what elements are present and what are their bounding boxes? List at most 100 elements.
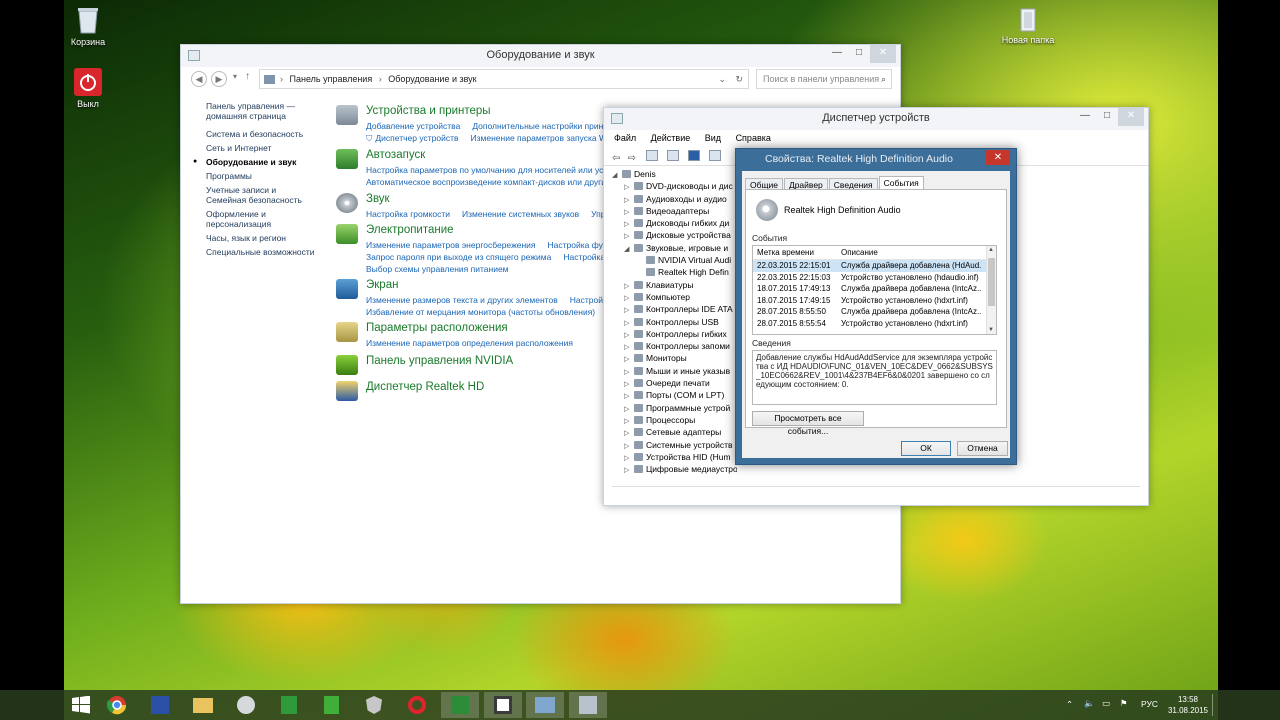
event-row[interactable]: 22.03.2015 22:15:01 Служба драйвера добав… [753,260,996,272]
nav-link-home[interactable]: Панель управления — домашняя страница [206,101,298,121]
language-indicator[interactable]: РУС [1141,699,1158,709]
back-button[interactable]: ◀ [191,71,207,87]
category-link[interactable]: Запрос пароля при выходе из спящего режи… [366,252,551,262]
category-link[interactable]: Избавление от мерцания монитора (частоты… [366,307,595,317]
nav-link-appearance[interactable]: Оформление и персонализация [206,209,286,229]
device-tree-item[interactable]: ▷ Системные устройств [612,439,737,451]
taskbar-control-panel[interactable] [526,692,564,718]
device-tree-item[interactable]: ▷ Контроллеры гибких [612,328,737,340]
category-link[interactable]: Изменение параметров энергосбережения [366,240,536,250]
category-link[interactable]: Настройка фун [548,240,608,250]
recycle-bin-desktop-icon[interactable]: Корзина [58,6,118,47]
device-tree-item[interactable]: ▷ Видеоадаптеры [612,205,737,217]
category-title[interactable]: Параметры расположения [366,322,508,334]
nav-link-network[interactable]: Сеть и Интернет [206,143,336,153]
category-link[interactable]: Настройка [563,252,605,262]
maximize-button[interactable]: □ [848,45,870,63]
minimize-button[interactable]: — [1074,108,1096,126]
category-title[interactable]: Электропитание [366,224,454,236]
nav-link-user-accounts[interactable]: Учетные записи и Семейная безопасность [206,185,318,205]
device-tree-item[interactable]: ▷ Мониторы [612,352,737,364]
refresh-icon[interactable]: ↻ [735,70,743,88]
category-link[interactable]: Выбор схемы управления питанием [366,264,509,274]
column-header-description[interactable]: Описание [841,246,981,260]
dialog-close-button[interactable]: ✕ [986,150,1010,165]
category-link[interactable]: Изменение системных звуков [462,209,579,219]
up-arrow-icon[interactable]: ↑ [245,71,250,82]
taskbar-camtasia-2[interactable] [484,692,522,718]
category-link[interactable]: Добавление устройства [366,121,460,131]
device-tree-item[interactable]: Realtek High Defin [612,266,737,278]
device-tree-item[interactable]: ▷ Цифровые медиаустройства [612,463,737,475]
device-tree-item[interactable]: ▷ Процессоры [612,414,737,426]
device-tree-item[interactable]: ▷ Сетевые адаптеры [612,426,737,438]
device-tree-item[interactable]: NVIDIA Virtual Audi [612,254,737,266]
event-row[interactable]: 28.07.2015 8:55:54 Устройство установлено… [753,318,996,330]
category-link[interactable]: Изменение размеров текста и других элеме… [366,295,558,305]
category-link[interactable]: Автоматическое воспроизведение компакт-д… [366,177,606,187]
taskbar-app-green[interactable] [270,692,308,718]
menu-help[interactable]: Справка [736,133,771,143]
device-tree-item[interactable]: ◢ Звуковые, игровые и [612,242,737,254]
device-tree-item[interactable]: ▷ Мыши и иные указыв [612,365,737,377]
ok-button[interactable]: ОК [901,441,951,456]
back-arrow-icon[interactable]: ⇦ [612,153,620,164]
column-header-time[interactable]: Метка времени [753,246,841,260]
nav-link-hardware-sound[interactable]: Оборудование и звук [193,157,336,167]
device-tree-item[interactable]: ▷ Устройства HID (Hum [612,451,737,463]
category-link[interactable]: Изменение параметров запуска W [471,133,607,143]
events-scrollbar[interactable]: ▲ ▼ [986,246,996,334]
device-tree-item[interactable]: ▷ Контроллеры USB [612,316,737,328]
event-row[interactable]: 28.07.2015 8:55:50 Служба драйвера добавл… [753,306,996,318]
category-title[interactable]: Звук [366,193,390,205]
recent-pages-chevron-icon[interactable]: ▾ [233,72,237,81]
taskbar-save-app[interactable] [141,692,179,718]
close-button[interactable]: ✕ [870,45,896,63]
device-tree-item[interactable]: ▷ Программные устрой [612,402,737,414]
taskbar-app-gears[interactable] [227,692,265,718]
close-button[interactable]: ✕ [1118,108,1144,126]
category-link[interactable]: Диспетчер устройств [375,133,458,143]
new-folder-desktop-icon[interactable]: Новая папка [998,8,1058,45]
expand-arrow-icon[interactable]: ▷ [624,465,634,477]
view-all-events-button[interactable]: Просмотреть все события... [752,411,864,436]
scroll-down-icon[interactable]: ▼ [988,327,994,333]
category-title[interactable]: Диспетчер Realtek HD [366,381,484,393]
taskbar-wot[interactable] [355,692,393,718]
clock[interactable]: 13:58 31.08.2015 [1168,694,1208,716]
menu-action[interactable]: Действие [651,133,691,143]
forward-button[interactable]: ▶ [211,71,227,87]
category-link[interactable]: Дополнительные настройки принт [472,121,607,131]
show-desktop-button[interactable] [1212,694,1218,716]
category-link[interactable]: Настройка параметров по умолчанию для но… [366,165,612,175]
device-tree-item[interactable]: ▷ Дисковые устройства [612,229,737,241]
event-row[interactable]: 18.07.2015 17:49:15 Устройство установлен… [753,295,996,307]
control-panel-titlebar[interactable]: Оборудование и звук — □ ✕ [181,45,900,67]
scroll-up-icon[interactable]: ▲ [988,247,994,253]
taskbar-device-manager[interactable] [569,692,607,718]
device-manager-titlebar[interactable]: Диспетчер устройств — □ ✕ [604,108,1148,130]
taskbar-opera[interactable] [398,692,436,718]
properties-icon[interactable] [666,150,679,161]
show-hide-tree-icon[interactable] [645,150,658,161]
flag-icon[interactable]: ⚑ [1120,698,1128,709]
show-hidden-icons-icon[interactable]: ⌃ [1066,699,1073,710]
device-tree-item[interactable]: ▷ DVD-дисководы и дис [612,180,737,192]
scrollbar-thumb[interactable] [988,258,995,306]
search-input[interactable]: Поиск в панели управления ⌕ [756,69,892,89]
nav-link-accessibility[interactable]: Специальные возможности [206,247,336,257]
network-icon[interactable]: ▭ [1102,698,1110,709]
breadcrumb[interactable]: › Панель управления › Оборудование и зву… [259,69,749,89]
event-row[interactable]: 18.07.2015 17:49:13 Служба драйвера добав… [753,283,996,295]
nav-link-system-security[interactable]: Система и безопасность [206,129,336,139]
nav-link-programs[interactable]: Программы [206,171,336,181]
forward-arrow-icon[interactable]: ⇨ [627,153,635,164]
category-link[interactable]: Изменение параметров определения располо… [366,338,573,348]
device-tree-item[interactable]: ▷ Аудиовходы и аудио [612,193,737,205]
taskbar-calculator[interactable] [312,692,350,718]
event-row[interactable]: 22.03.2015 22:15:03 Устройство установлен… [753,272,996,284]
device-tree-item[interactable]: ▷ Дисководы гибких ди [612,217,737,229]
help-icon[interactable] [688,150,701,161]
device-tree-item[interactable]: ▷ Очереди печати [612,377,737,389]
menu-view[interactable]: Вид [705,133,721,143]
